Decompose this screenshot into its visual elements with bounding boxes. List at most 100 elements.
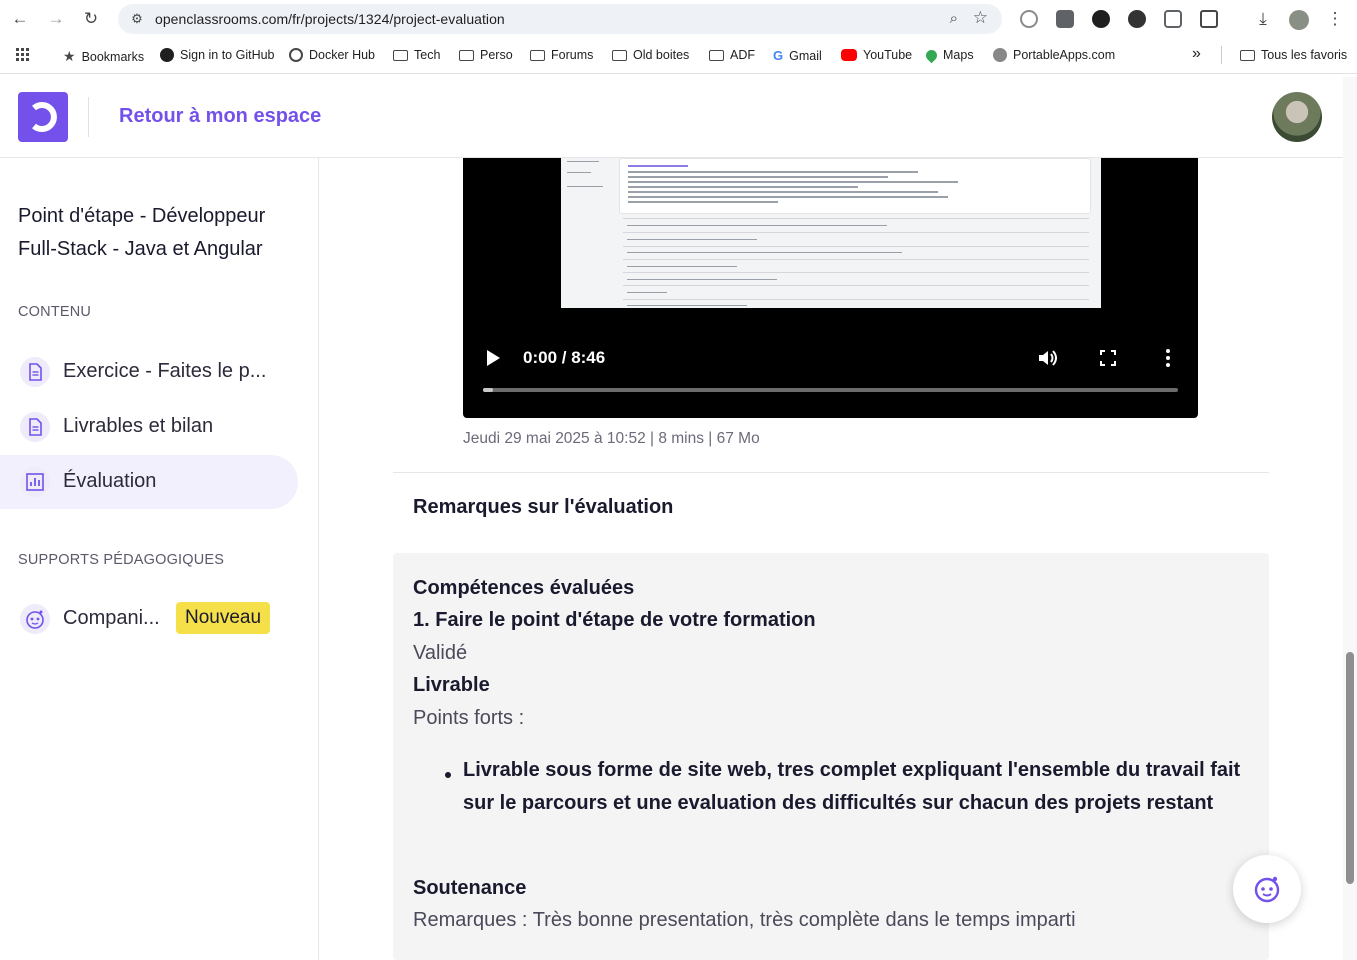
- extensions-puzzle-icon[interactable]: [1200, 10, 1218, 28]
- video-time: 0:00 / 8:46: [523, 348, 606, 367]
- scrollbar-thumb[interactable]: [1346, 652, 1354, 884]
- competences-title: Compétences évaluées: [413, 577, 635, 599]
- zoom-icon[interactable]: ⌕: [950, 10, 958, 27]
- reload-icon[interactable]: ↻: [80, 8, 102, 30]
- companion-chat-button[interactable]: [1233, 855, 1301, 923]
- bookmark-tech[interactable]: Tech: [393, 48, 440, 62]
- folder-icon: [709, 49, 724, 61]
- bookmark-old-boites[interactable]: Old boites: [612, 48, 689, 62]
- bookmark-youtube[interactable]: YouTube: [841, 48, 912, 62]
- bookmark-label: Maps: [943, 48, 974, 62]
- strength-item: Livrable sous forme de site web, tres co…: [463, 759, 1241, 814]
- robot-face-icon: [20, 604, 50, 634]
- folder-icon: [1240, 49, 1255, 61]
- livrable-title: Livrable: [413, 674, 490, 696]
- bookmarks-overflow-button[interactable]: »: [1192, 45, 1201, 63]
- header-divider: [88, 97, 89, 137]
- bookmark-label: YouTube: [863, 48, 913, 62]
- google-icon: G: [773, 48, 784, 63]
- bookmark-docker-hub[interactable]: Docker Hub: [289, 48, 375, 62]
- volume-icon[interactable]: [1037, 348, 1059, 368]
- bookmark-bookmarks[interactable]: ★ Bookmarks: [63, 48, 144, 65]
- bookmark-label: Tech: [414, 48, 441, 62]
- back-to-my-space-link[interactable]: Retour à mon espace: [119, 105, 321, 128]
- remarks-title: Remarques sur l'évaluation: [413, 496, 674, 518]
- folder-icon: [393, 49, 408, 61]
- video-screenshot-panel: [619, 158, 1091, 214]
- bookmark-label: Perso: [480, 48, 513, 62]
- more-options-icon[interactable]: [1166, 349, 1170, 367]
- bullet-icon: [445, 772, 451, 778]
- sidebar-item-label: Compani...: [63, 607, 160, 629]
- bookmark-label: Forums: [551, 48, 594, 62]
- portableapps-icon: [993, 48, 1007, 62]
- bookmark-label: Tous les favoris: [1261, 48, 1348, 62]
- extension-p-icon[interactable]: [1020, 10, 1038, 28]
- new-badge: Nouveau: [176, 602, 271, 634]
- bookmark-all-favorites[interactable]: Tous les favoris: [1240, 48, 1347, 62]
- bookmark-perso[interactable]: Perso: [459, 48, 513, 62]
- extension-bitwarden-icon[interactable]: [1164, 10, 1182, 28]
- content-section-label: CONTENU: [18, 304, 92, 320]
- openclassrooms-logo[interactable]: [18, 92, 68, 142]
- video-progress-fill: [483, 388, 493, 392]
- url-text[interactable]: openclassrooms.com/fr/projects/1324/proj…: [155, 11, 505, 27]
- extension-g-icon[interactable]: [1056, 10, 1074, 28]
- site-header: Retour à mon espace: [0, 77, 1343, 158]
- bookmark-star-icon[interactable]: ☆: [973, 8, 988, 28]
- bookmarks-bar: ★ Bookmarks Sign in to GitHub Docker Hub …: [0, 38, 1357, 74]
- extension-panda-icon[interactable]: [1128, 10, 1146, 28]
- page-scrollbar[interactable]: [1343, 77, 1357, 960]
- docker-icon: [289, 48, 303, 62]
- competence-item: 1. Faire le point d'étape de votre forma…: [413, 609, 816, 631]
- video-meta: Jeudi 29 mai 2025 à 10:52 | 8 mins | 67 …: [463, 430, 760, 447]
- bookmark-label: Old boites: [633, 48, 690, 62]
- logo-mark-icon: [32, 102, 57, 132]
- bookmark-portableapps[interactable]: PortableApps.com: [993, 48, 1115, 62]
- chrome-menu-icon[interactable]: ⋮: [1324, 8, 1346, 30]
- competence-status: Validé: [413, 642, 468, 664]
- forward-arrow-icon[interactable]: →: [45, 8, 67, 30]
- user-avatar[interactable]: [1272, 92, 1322, 142]
- address-bar[interactable]: ⚙ openclassrooms.com/fr/projects/1324/pr…: [118, 4, 1002, 34]
- play-icon[interactable]: [487, 350, 500, 366]
- folder-icon: [612, 49, 627, 61]
- bookmark-adf[interactable]: ADF: [709, 48, 755, 62]
- bookmark-label: ADF: [730, 48, 755, 62]
- github-icon: [160, 48, 174, 62]
- sidebar-item-label: Exercice - Faites le p...: [63, 360, 267, 382]
- maps-icon: [923, 47, 940, 63]
- browser-toolbar: ← → ↻ ⚙ openclassrooms.com/fr/projects/1…: [0, 0, 1357, 38]
- sidebar-item-evaluation[interactable]: Évaluation: [0, 455, 298, 509]
- bookmark-label: Docker Hub: [309, 48, 375, 62]
- bookmark-label: Gmail: [789, 48, 822, 63]
- bookmark-label: PortableApps.com: [1013, 48, 1116, 62]
- bookmark-gmail[interactable]: G Gmail: [773, 48, 822, 63]
- video-progress-bar[interactable]: [483, 388, 1178, 392]
- apps-grid-icon[interactable]: [16, 48, 30, 62]
- course-title: Point d'étape - Développeur Full-Stack -…: [18, 205, 266, 260]
- video-frame: [561, 158, 1101, 308]
- bookmarks-divider: [1221, 46, 1222, 64]
- download-icon[interactable]: ⤓: [1252, 8, 1274, 30]
- fullscreen-icon[interactable]: [1100, 350, 1116, 366]
- main-content: 0:00 / 8:46 Jeudi 29 mai 2025 à 10:52 | …: [393, 158, 1269, 960]
- sidebar-item-exercise[interactable]: Exercice - Faites le p...: [0, 345, 298, 399]
- bookmark-label: Bookmarks: [81, 49, 145, 64]
- youtube-icon: [841, 49, 857, 61]
- sidebar-item-label: Livrables et bilan: [63, 415, 214, 437]
- document-icon: [20, 357, 50, 387]
- back-arrow-icon[interactable]: ←: [9, 8, 31, 30]
- course-sidebar: Point d'étape - Développeur Full-Stack -…: [0, 158, 319, 960]
- video-player[interactable]: 0:00 / 8:46: [463, 158, 1198, 418]
- profile-avatar-icon[interactable]: [1289, 10, 1309, 30]
- section-divider: [393, 472, 1269, 473]
- bookmark-forums[interactable]: Forums: [530, 48, 593, 62]
- sidebar-item-deliverables[interactable]: Livrables et bilan: [0, 400, 298, 454]
- extension-1password-icon[interactable]: [1092, 10, 1110, 28]
- bookmark-github[interactable]: Sign in to GitHub: [160, 48, 275, 62]
- site-info-icon[interactable]: ⚙: [128, 10, 146, 28]
- supports-section-label: SUPPORTS PÉDAGOGIQUES: [18, 552, 225, 568]
- bookmark-maps[interactable]: Maps: [923, 47, 974, 63]
- folder-icon: [530, 49, 545, 61]
